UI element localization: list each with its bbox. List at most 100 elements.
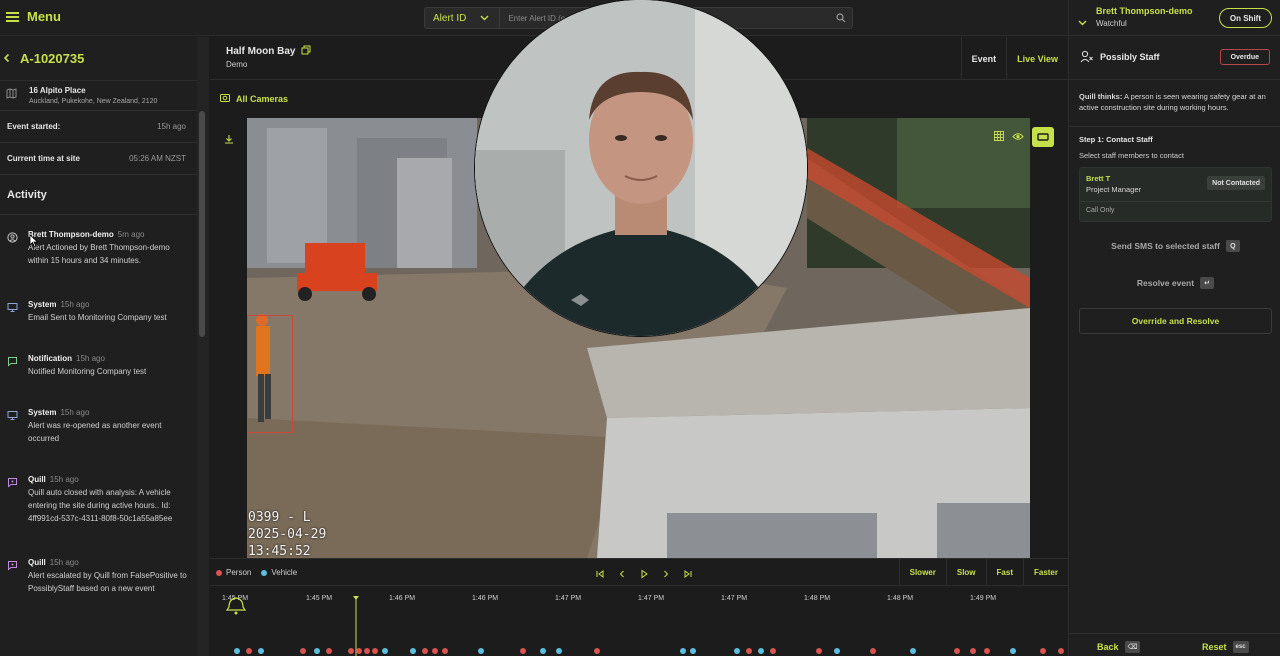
legend-vehicle[interactable]: Vehicle [261, 568, 297, 577]
rectangle-icon [1037, 133, 1049, 141]
eye-icon[interactable] [1012, 128, 1024, 146]
monitor-icon [7, 408, 19, 420]
event-started-value: 15h ago [157, 122, 186, 131]
activity-item: Quill 15h ago Alert escalated by Quill fr… [0, 558, 197, 595]
search-icon[interactable] [830, 7, 852, 29]
skip-forward-icon[interactable] [683, 566, 693, 584]
activity-actor: Brett Thompson-demo [28, 230, 114, 239]
staff-note: Call Only [1086, 207, 1115, 214]
contact-status-badge: Not Contacted [1207, 176, 1265, 190]
monitor-icon [7, 300, 19, 312]
bottom-nav: Back ⌫ Reset esc [1069, 633, 1280, 656]
user-group-icon [1080, 50, 1094, 68]
activity-item: Quill 15h ago Quill auto closed with anal… [0, 475, 197, 525]
back-button[interactable]: Back ⌫ [1097, 641, 1141, 653]
step-subtitle: Select staff members to contact [1079, 151, 1184, 160]
tab-live-view[interactable]: Live View [1006, 37, 1068, 80]
override-resolve-button[interactable]: Override and Resolve [1079, 308, 1272, 334]
alert-id: A-1020735 [20, 51, 85, 66]
activity-text: Alert was re-opened as another event occ… [28, 421, 162, 443]
step-forward-icon[interactable] [661, 566, 671, 584]
activity-item: System 15h ago Alert was re-opened as ano… [0, 408, 197, 445]
play-icon[interactable] [639, 566, 649, 584]
scrollbar-thumb[interactable] [199, 111, 205, 337]
video-cam-id: 0399 - L [248, 510, 311, 525]
chevron-down-icon[interactable] [1078, 13, 1087, 31]
activity-text: Email Sent to Monitoring Company test [28, 313, 167, 322]
timeline-events [225, 596, 359, 656]
activity-time: 15h ago [60, 408, 90, 417]
event-viewer: Half Moon Bay Demo Event Live View All C… [210, 0, 1068, 656]
search-type-label: Alert ID [433, 12, 467, 24]
activity-time: 15h ago [60, 300, 90, 309]
reset-button[interactable]: Reset esc [1202, 641, 1249, 653]
top-bar: Menu Alert ID [0, 0, 1068, 36]
tab-event[interactable]: Event [960, 37, 1007, 80]
grid-icon[interactable] [994, 128, 1004, 146]
current-time-value: 05:26 AM NZST [129, 154, 186, 163]
step-title: Step 1: Contact Staff [1079, 135, 1153, 144]
bell-icon[interactable] [225, 597, 247, 615]
activity-actor: Quill [28, 558, 46, 567]
activity-item: System 15h ago Email Sent to Monitoring C… [0, 300, 197, 324]
override-resolve-label: Override and Resolve [1131, 316, 1220, 326]
all-cameras-link[interactable]: All Cameras [220, 93, 288, 104]
current-time-row: Current time at site 05:26 AM NZST [0, 143, 197, 175]
step-back-icon[interactable] [617, 566, 627, 584]
video-timestamp: 0399 - L 2025-04-29 13:45:52 [248, 509, 326, 560]
site-org: Demo [226, 60, 248, 69]
timeline-legend: Person Vehicle [216, 568, 297, 577]
all-cameras-label: All Cameras [236, 93, 289, 104]
activity-actor: System [28, 408, 57, 417]
classification-label: Possibly Staff [1100, 52, 1160, 62]
activity-actor: System [28, 300, 57, 309]
staff-card[interactable]: Brett T Project Manager Not Contacted Ca… [1079, 167, 1272, 222]
search-type-select[interactable]: Alert ID [425, 8, 501, 28]
activity-time: 15h ago [49, 475, 79, 484]
speed-slower[interactable]: Slower [898, 559, 946, 586]
current-time-label: Current time at site [7, 154, 80, 163]
event-started-label: Event started: [7, 122, 61, 131]
person-detection-box [247, 315, 293, 433]
video-date: 2025-04-29 [248, 527, 327, 542]
webcam-bubble[interactable] [475, 0, 807, 336]
speed-fast[interactable]: Fast [985, 559, 1023, 586]
on-shift-toggle[interactable]: On Shift [1218, 8, 1272, 28]
back-arrow-icon[interactable] [2, 50, 12, 68]
site-name: Half Moon Bay [226, 46, 296, 57]
copy-icon[interactable] [301, 45, 311, 58]
quill-label: Quill thinks: [1079, 92, 1123, 101]
map-icon [6, 86, 17, 105]
timeline-track[interactable]: 1:45 PM 1:45 PM 1:46 PM 1:46 PM 1:47 PM … [210, 586, 1068, 656]
menu-button[interactable]: Menu [6, 9, 61, 24]
staff-role: Project Manager [1086, 185, 1142, 194]
timeline-event-dots [210, 648, 1068, 656]
address-line1: 16 Alpito Place [29, 86, 86, 95]
speed-slow[interactable]: Slow [945, 559, 986, 586]
video-tools [994, 127, 1054, 147]
backspace-key-icon: ⌫ [1124, 641, 1141, 653]
download-icon[interactable] [224, 131, 234, 149]
shortcut-key: Q [1225, 240, 1240, 252]
send-sms-button[interactable]: Send SMS to selected staff Q [1079, 233, 1272, 259]
legend-person[interactable]: Person [216, 568, 251, 577]
activity-actor: Notification [28, 354, 72, 363]
activity-scrollbar[interactable] [197, 37, 209, 656]
escape-key-icon: esc [1232, 641, 1249, 653]
quill-analysis: Quill thinks: A person is seen wearing s… [1079, 91, 1275, 113]
quill-icon [7, 558, 19, 571]
activity-item: Notification 15h ago Notified Monitoring … [0, 354, 197, 378]
fit-view-button[interactable] [1032, 127, 1054, 147]
resolve-event-label: Resolve event [1136, 278, 1195, 288]
classification-row: Possibly Staff Overdue [1069, 36, 1280, 80]
resolve-event-button[interactable]: Resolve event ↵ [1079, 270, 1272, 296]
speed-faster[interactable]: Faster [1022, 559, 1068, 586]
activity-text: Alert Actioned by Brett Thompson-demo wi… [28, 243, 170, 265]
speed-controls: Slower Slow Fast Faster [898, 559, 1068, 586]
action-panel: Brett Thompson-demo Watchful On Shift Po… [1068, 0, 1280, 656]
enter-key-icon: ↵ [1200, 277, 1215, 289]
send-sms-label: Send SMS to selected staff [1111, 241, 1220, 251]
activity-text: Alert escalated by Quill from FalsePosit… [28, 571, 187, 593]
back-label: Back [1097, 642, 1119, 652]
skip-back-icon[interactable] [595, 566, 605, 584]
